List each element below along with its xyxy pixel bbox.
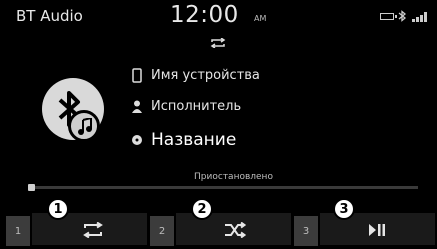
shuffle-icon — [225, 222, 246, 238]
status-icons — [380, 10, 429, 22]
tab-number-2: 2 — [150, 216, 174, 246]
artist-icon — [130, 100, 144, 113]
tab-number-1: 1 — [6, 216, 30, 246]
progress-bar[interactable] — [28, 184, 418, 191]
phone-icon — [130, 68, 144, 83]
source-label: BT Audio — [16, 7, 83, 25]
ampm-label: AM — [254, 14, 267, 23]
repeat-icon — [83, 222, 103, 238]
clock: 12:00 — [170, 2, 239, 28]
battery-icon — [380, 12, 397, 20]
bluetooth-icon — [398, 10, 407, 22]
progress-knob[interactable] — [28, 184, 35, 191]
callout-1: 1 — [47, 198, 69, 220]
artist-row: Исполнитель — [130, 99, 241, 114]
device-name-row: Имя устройства — [130, 68, 260, 83]
disc-icon — [130, 134, 144, 146]
music-note-icon — [68, 110, 100, 142]
tab-number-3: 3 — [294, 216, 318, 246]
bt-audio-screen: BT Audio 12:00 AM Имя устройства Исполни… — [0, 0, 437, 249]
title-row: Название — [130, 130, 236, 150]
status-bar: BT Audio 12:00 AM — [0, 0, 437, 32]
repeat-status-icon — [210, 38, 226, 48]
track-title: Название — [151, 130, 237, 150]
callout-2: 2 — [191, 198, 213, 220]
artist-name: Исполнитель — [151, 99, 242, 114]
device-name: Имя устройства — [151, 68, 260, 83]
play-pause-icon — [369, 224, 385, 236]
playback-status: Приостановлено — [194, 172, 273, 182]
signal-icon — [412, 11, 427, 22]
callout-3: 3 — [333, 198, 355, 220]
